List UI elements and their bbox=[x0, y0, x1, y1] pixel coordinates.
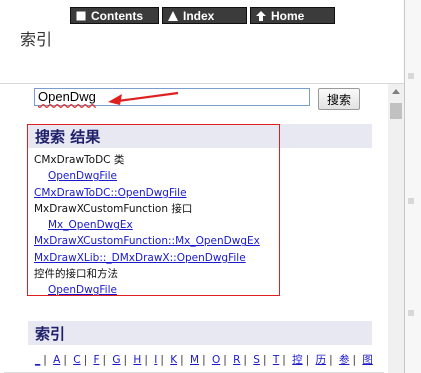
index-letter-link[interactable]: 控 bbox=[292, 354, 303, 366]
triangle-icon bbox=[167, 10, 179, 22]
index-letter-link[interactable]: A bbox=[53, 354, 60, 366]
index-letter-link[interactable]: M bbox=[190, 354, 199, 366]
result-item: MxDrawXCustomFunction 接口 bbox=[34, 202, 193, 215]
index-letter-link[interactable]: F bbox=[93, 354, 99, 366]
result-link[interactable]: Mx_OpenDwgEx bbox=[34, 217, 260, 233]
home-arrow-icon bbox=[255, 10, 267, 22]
result-link[interactable]: OpenDwgFile bbox=[34, 168, 260, 184]
result-link[interactable]: MxDrawXCustomFunction::Mx_OpenDwgEx bbox=[34, 233, 260, 249]
square-icon bbox=[75, 10, 87, 22]
index-letter-link[interactable]: 图 bbox=[362, 354, 373, 366]
index-letter-link[interactable]: 参 bbox=[339, 354, 350, 366]
index-letter-link[interactable]: H bbox=[133, 354, 141, 366]
index-letter-link[interactable]: _ bbox=[35, 354, 40, 366]
contents-button[interactable]: Contents bbox=[70, 7, 159, 24]
index-letter-link[interactable]: 历 bbox=[316, 354, 327, 366]
frame-mark bbox=[408, 73, 414, 79]
right-frame-edge bbox=[404, 0, 421, 373]
index-letter-link[interactable]: C bbox=[73, 354, 80, 366]
result-link[interactable]: CMxDrawToDC::OpenDwgFile bbox=[34, 185, 260, 201]
index-header: 索引 bbox=[28, 321, 372, 345]
home-button[interactable]: Home bbox=[250, 7, 335, 24]
index-letter-link[interactable]: G bbox=[112, 354, 120, 366]
index-letter-link[interactable]: I bbox=[154, 354, 157, 366]
frame-mark bbox=[408, 310, 414, 316]
results-header: 搜索 结果 bbox=[28, 124, 372, 148]
index-letter-link[interactable]: K bbox=[170, 354, 177, 366]
contents-label: Contents bbox=[91, 8, 143, 23]
search-button[interactable]: 搜索 bbox=[318, 88, 360, 110]
annotation-arrow-icon bbox=[108, 91, 179, 105]
index-letter-link[interactable]: O bbox=[212, 354, 220, 366]
result-link[interactable]: OpenDwgFile bbox=[34, 282, 260, 298]
page-title: 索引 bbox=[20, 30, 53, 49]
search-input-value: OpenDwg bbox=[38, 89, 96, 104]
home-label: Home bbox=[271, 8, 305, 23]
index-label: Index bbox=[183, 8, 215, 23]
results-list: CMxDrawToDC 类 OpenDwgFile CMxDrawToDC::O… bbox=[34, 152, 260, 299]
vertical-scrollbar[interactable] bbox=[388, 84, 404, 373]
index-letter-link[interactable]: R bbox=[233, 354, 240, 366]
result-item: 控件的接口和方法 bbox=[34, 268, 118, 281]
nav-bar: Contents Index Home bbox=[70, 7, 335, 24]
index-letter-link[interactable]: S bbox=[253, 354, 260, 366]
result-item: CMxDrawToDC 类 bbox=[34, 154, 125, 166]
alphabet-index: _ | A | C | F | G | H | I | K | M | O | R | S | T | 控… bbox=[35, 354, 373, 366]
top-frame: Contents Index Home 索引 bbox=[0, 0, 421, 84]
frame-mark bbox=[408, 198, 414, 204]
scroll-thumb[interactable] bbox=[390, 103, 402, 119]
index-letter-link[interactable]: T bbox=[273, 354, 279, 366]
result-link[interactable]: MxDrawXLib::_DMxDrawX::OpenDwgFile bbox=[34, 250, 260, 266]
index-button[interactable]: Index bbox=[162, 7, 247, 24]
scroll-up-arrow-icon[interactable] bbox=[392, 89, 400, 94]
